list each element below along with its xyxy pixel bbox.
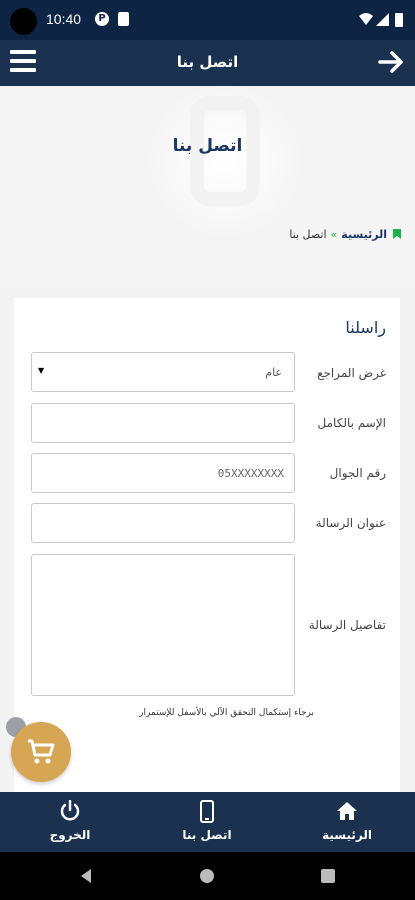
sd-card-icon — [118, 12, 129, 26]
subject-label: عنوان الرسالة — [315, 516, 386, 530]
purpose-label: غرض المراجع — [317, 366, 386, 380]
mobile-phone-icon — [200, 800, 214, 823]
status-bar: 10:40 P — [0, 0, 415, 40]
page-title: اتصل بنا — [172, 136, 243, 156]
system-navigation-bar — [0, 852, 415, 900]
full-name-input[interactable] — [31, 403, 295, 443]
nav-home[interactable]: الرئيسية — [297, 792, 397, 852]
cart-button[interactable] — [11, 722, 71, 782]
contact-form-card: راسلنا غرض المراجع عام ▼ الإسم بالكامل ر… — [14, 298, 400, 798]
form-title: راسلنا — [345, 318, 386, 337]
mobile-placeholder: 05XXXXXXXX — [217, 467, 284, 480]
nav-logout[interactable]: الخروج — [20, 792, 120, 852]
nav-logout-label: الخروج — [49, 828, 91, 842]
full-name-label: الإسم بالكامل — [317, 416, 386, 430]
purpose-select[interactable]: عام ▼ — [31, 352, 295, 392]
breadcrumb-separator: » — [330, 228, 338, 241]
app-bar-title: اتصل بنا — [176, 53, 239, 71]
camera-cutout — [10, 8, 37, 35]
purpose-selected-value: عام — [265, 366, 282, 379]
subject-input[interactable] — [31, 503, 295, 543]
bookmark-icon — [393, 229, 401, 239]
mobile-label: رقم الجوال — [329, 466, 386, 480]
wifi-signal-battery-icon — [359, 13, 403, 27]
nav-contact-label: اتصل بنا — [182, 828, 232, 842]
cart-icon — [28, 739, 55, 764]
mobile-input[interactable]: 05XXXXXXXX — [31, 453, 295, 493]
breadcrumb-current: اتصل بنا — [289, 228, 327, 241]
nav-contact[interactable]: اتصل بنا — [157, 792, 257, 852]
home-circle-icon[interactable] — [199, 868, 215, 884]
details-textarea[interactable] — [31, 554, 295, 696]
power-icon — [60, 800, 80, 821]
dropdown-caret-icon: ▼ — [38, 366, 45, 375]
notification-p-icon: P — [95, 12, 109, 26]
details-label: تفاصيل الرسالة — [308, 618, 386, 632]
breadcrumb-home-link[interactable]: الرئيسية — [341, 228, 387, 241]
arrow-right-icon[interactable] — [377, 48, 405, 76]
status-time: 10:40 — [46, 11, 82, 27]
recents-square-icon[interactable] — [320, 868, 336, 884]
nav-home-label: الرئيسية — [322, 828, 372, 842]
back-triangle-icon[interactable] — [78, 868, 94, 884]
captcha-note: برجاء إستكمال التحقق الآلي بالأسفل للإست… — [139, 708, 314, 718]
app-bar: اتصل بنا — [0, 40, 415, 86]
bottom-navigation: الرئيسية اتصل بنا الخروج — [0, 792, 415, 852]
page-hero: اتصل بنا الرئيسية»اتصل بنا — [0, 86, 415, 286]
breadcrumb: الرئيسية»اتصل بنا — [289, 228, 401, 241]
home-icon — [337, 802, 357, 820]
